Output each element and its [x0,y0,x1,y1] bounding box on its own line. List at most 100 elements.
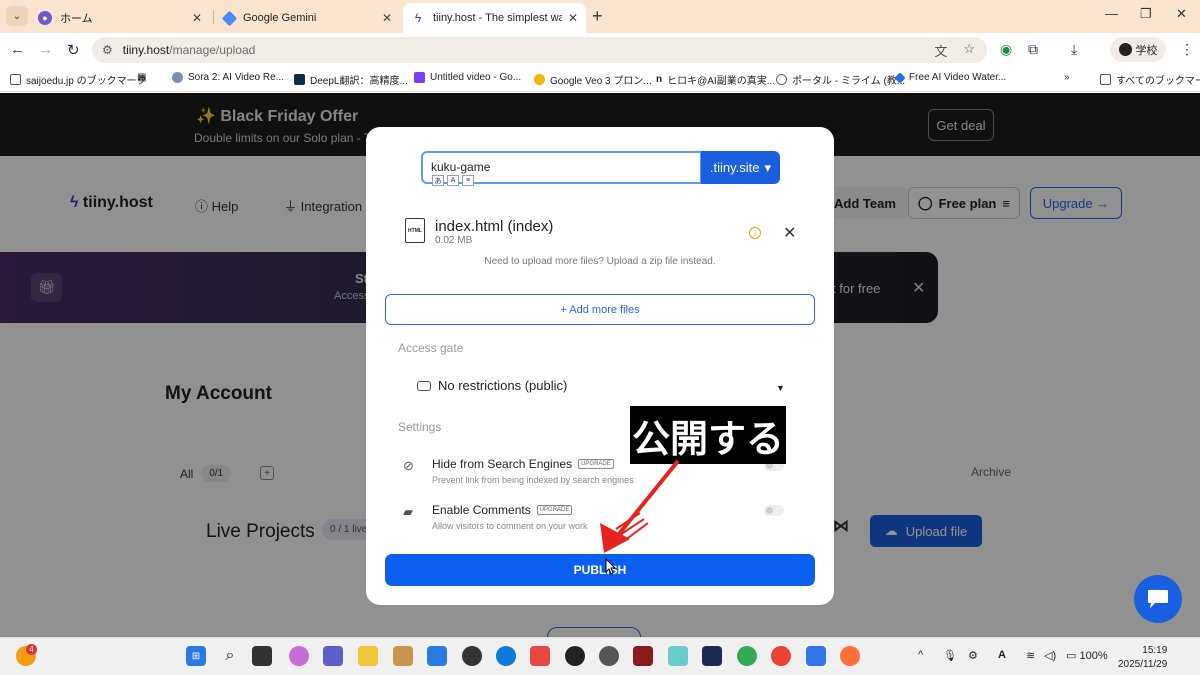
browser-tab-strip: ⌄ ● ホーム ✕ Google Gemini ✕ ϟ tiiny.host -… [0,0,1200,33]
more-menu-icon[interactable]: ⋮ [1180,41,1194,58]
bookmarks-bar: saijoedu.jp のブックマーク ▦ Sora 2: AI Video R… [0,66,1200,92]
avatar [1118,43,1132,56]
veo-icon [534,74,545,85]
bookmark-star-icon[interactable]: ☆ [963,41,975,60]
access-caret-icon[interactable]: ▼ [776,383,785,393]
app-window-icon[interactable] [702,646,722,666]
access-gate-select[interactable]: No restrictions (public) [417,378,567,393]
ime-hiragana-icon[interactable]: あ [432,175,444,186]
mouse-cursor-icon [605,558,617,575]
remove-file-icon[interactable]: ✕ [783,223,796,243]
deepl-icon [294,74,305,85]
close-tab-icon[interactable]: ✕ [192,11,202,25]
notification-badge: 4 [26,644,37,655]
ime-convert-icon[interactable]: A [447,175,459,186]
font-tray-icon[interactable]: A [998,649,1006,661]
back-arrow-icon[interactable]: ← [10,41,25,58]
bookmark-sora[interactable]: Sora 2: AI Video Re... [172,72,284,83]
vector-app-icon[interactable] [427,646,447,666]
eye-slash-icon: ⊘ [403,458,414,473]
volume-icon[interactable]: ◁) [1044,649,1056,662]
clock-app-icon[interactable] [599,646,619,666]
wifi-icon[interactable]: ≋ [1026,649,1035,662]
upgrade-badge: UPGRADE [536,505,573,515]
firefox-icon[interactable] [840,646,860,666]
restore-icon[interactable]: ❐ [1140,6,1152,22]
search-icon[interactable]: ⌕ [220,646,240,666]
enable-comments-desc: Allow visitors to comment on your work [432,521,588,531]
windows-taskbar: 4 ⊞ ⌕ ^ 🎙︎ ⚙ A ≋ ◁) ▭ 100% 15:19 2025/11… [0,637,1200,675]
translate-icon[interactable]: 文 [934,41,947,60]
comment-icon: ▰ [403,504,413,519]
download-icon[interactable]: ⤓ [1071,41,1077,58]
copilot-icon[interactable] [289,646,309,666]
lock-open-icon [417,380,431,391]
tiiny-bolt-favicon-icon: ϟ [414,11,422,25]
extensions-puzzle-icon[interactable]: ⧉ [1028,41,1038,58]
ime-list-icon[interactable]: ≡ [462,175,474,186]
domain-dropdown[interactable]: .tiiny.site ▾ [701,151,780,184]
tray-app-icon[interactable]: ⚙ [968,649,978,662]
close-window-icon[interactable]: ✕ [1176,6,1187,22]
teams-icon[interactable] [323,646,343,666]
address-bar[interactable]: ⚙ tiiny.host/manage/upload 文 ☆ [92,37,987,63]
folder-icon [10,74,21,85]
bookmarks-overflow-icon[interactable]: » [1064,72,1070,83]
chat-support-button[interactable] [1134,575,1182,623]
zip-hint[interactable]: Need to upload more files? Upload a zip … [366,256,834,267]
forward-arrow-icon[interactable]: → [38,41,53,58]
audio-app-icon[interactable] [530,646,550,666]
tab-gemini[interactable]: Google Gemini ✕ [216,3,400,33]
microphone-icon[interactable]: 🎙︎ [943,649,957,662]
grammarly-extension-icon[interactable]: ◉ [1000,41,1012,58]
inkscape-icon[interactable] [462,646,482,666]
watermark-icon [894,71,906,84]
bookmark-deepl[interactable]: DeepL翻訳：高精度... [294,72,408,87]
bookmark-untitled-video[interactable]: Untitled video - Go... [414,72,521,83]
tab-search-chevron-icon[interactable]: ⌄ [6,6,28,26]
video-icon [414,72,425,83]
html-file-icon: HTML [405,218,425,243]
tab-home[interactable]: ● ホーム ✕ [30,3,210,33]
bookmark-folder-saijoedu[interactable]: saijoedu.jp のブックマーク [10,72,147,87]
battery-indicator[interactable]: ▭ 100% [1066,649,1108,662]
all-bookmarks-folder[interactable]: すべてのブックマーク [1100,72,1200,87]
tab-tiiny-host[interactable]: ϟ tiiny.host - The simplest way to ✕ [403,3,586,33]
bookmark-google-veo[interactable]: Google Veo 3 プロン... [534,72,652,87]
globe-icon [776,74,787,85]
access-gate-label: Access gate [398,341,464,355]
chrome-icon[interactable] [737,646,757,666]
notepad-icon[interactable] [806,646,826,666]
minimize-icon[interactable]: — [1105,6,1118,21]
reload-icon[interactable]: ↻ [67,41,80,59]
bookmark-note[interactable]: n ヒロキ@AI副業の真実... [656,72,775,87]
gemini-favicon-icon [221,10,238,26]
new-tab-button[interactable]: + [592,6,603,27]
edge-icon[interactable] [496,646,516,666]
task-view-icon[interactable] [252,646,272,666]
note-icon: n [656,74,663,85]
subdomain-input[interactable]: kuku-game あ A ≡ [421,151,702,186]
windows-start-icon[interactable]: ⊞ [186,646,206,666]
file-explorer-icon[interactable] [358,646,378,666]
openai-icon[interactable] [565,646,585,666]
profile-button[interactable]: 学校 [1110,37,1166,62]
tray-chevron-icon[interactable]: ^ [918,649,923,661]
ime-toolbar: あ A ≡ [432,175,474,186]
add-more-files-button[interactable]: + Add more files [385,294,815,325]
media-app-icon[interactable] [633,646,653,666]
chrome-profile-icon[interactable] [771,646,791,666]
page-content: ✨ Black Friday Offer Double limits on ou… [0,93,1200,637]
bookmark-watermark[interactable]: Free AI Video Water... [894,71,1006,84]
enable-comments-toggle[interactable] [764,505,784,516]
close-tab-icon[interactable]: ✕ [382,11,392,25]
close-tab-icon[interactable]: ✕ [568,11,578,25]
site-settings-icon[interactable]: ⚙ [102,43,113,57]
vscode-style-icon[interactable] [668,646,688,666]
enable-comments-title: Enable Comments UPGRADE [432,503,573,517]
system-clock[interactable]: 15:19 2025/11/29 [1118,644,1167,672]
bookmark-mirime[interactable]: ポータル - ミライム (教... [776,72,905,87]
info-icon[interactable]: i [749,227,761,239]
app-icon[interactable] [393,646,413,666]
apps-grid-icon[interactable]: ▦ [137,72,146,83]
